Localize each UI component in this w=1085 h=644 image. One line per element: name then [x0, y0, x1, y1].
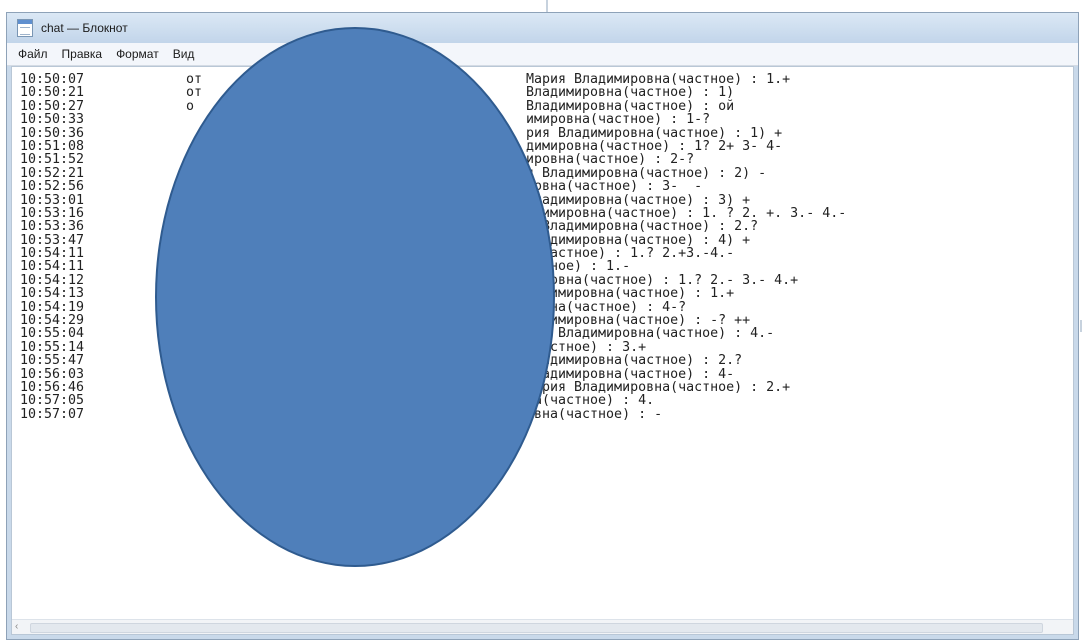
menu-format[interactable]: Формат — [109, 47, 166, 61]
scroll-left-arrow-icon[interactable]: ‹ — [15, 621, 18, 632]
log-time: 10:52:56 — [20, 179, 85, 195]
log-time: 10:51:08 — [20, 138, 85, 154]
title-bar[interactable]: chat — Блокнот — [7, 13, 1078, 43]
log-time: 10:53:16 — [20, 205, 85, 221]
menu-view[interactable]: Вид — [166, 47, 202, 61]
log-time: 10:50:36 — [20, 125, 85, 141]
log-time: 10:50:07 — [20, 72, 85, 87]
log-time: 10:56:03 — [20, 366, 85, 382]
menu-bar: Файл Правка Формат Вид — [7, 43, 1078, 66]
horizontal-scrollbar[interactable]: ‹ — [12, 619, 1073, 634]
background-mark — [546, 0, 548, 12]
log-time: 10:51:52 — [20, 152, 85, 168]
menu-file[interactable]: Файл — [11, 47, 55, 61]
horizontal-scrollbar-thumb[interactable] — [30, 623, 1043, 633]
notepad-window: chat — Блокнот Файл Правка Формат Вид 10… — [6, 12, 1079, 640]
redaction-ellipse — [155, 27, 555, 567]
log-time: 10:52:21 — [20, 165, 85, 181]
background-mark — [1080, 320, 1082, 332]
log-time: 10:57:07 — [20, 406, 85, 422]
log-time: 10:50:27 — [20, 98, 85, 114]
log-time: 10:53:01 — [20, 192, 85, 208]
log-time: 10:50:21 — [20, 85, 85, 101]
log-time: 10:57:05 — [20, 393, 85, 409]
log-time: 10:50:33 — [20, 112, 85, 128]
menu-edit[interactable]: Правка — [55, 47, 110, 61]
window-title: chat — Блокнот — [41, 21, 128, 35]
log-time: 10:56:46 — [20, 379, 85, 395]
notepad-icon — [17, 19, 33, 37]
log-message: овна(частное) : - — [526, 406, 663, 422]
